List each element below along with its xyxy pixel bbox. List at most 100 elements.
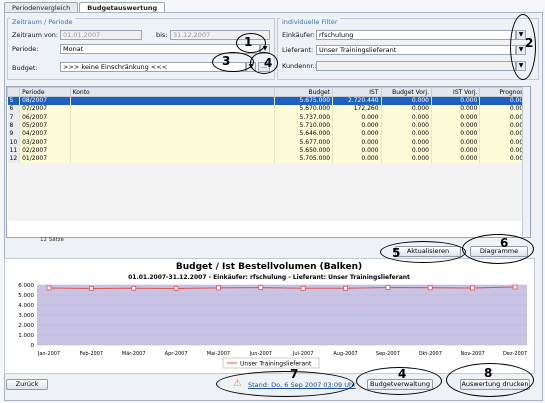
col-periode[interactable]: Periode (19, 87, 71, 97)
table-cell: 07/2007 (19, 104, 71, 114)
empty-cell (332, 187, 382, 197)
data-point (427, 285, 433, 291)
table-row[interactable]: 10 03/2007 5.677.000 0.000 0.000 0.000 0.000 (7, 137, 530, 147)
data-point (46, 285, 52, 291)
empty-cell (381, 187, 432, 197)
empty-cell (7, 204, 20, 213)
col-budget[interactable]: Budget (273, 87, 334, 97)
table-cell: 0.000 (431, 129, 481, 138)
tab-periodenvergleich[interactable]: Periodenvergleich (4, 2, 79, 12)
empty-cell (381, 212, 432, 221)
col-ist-vorj[interactable]: IST Vorj. (430, 87, 481, 97)
chart-title: Budget / Ist Bestellvolumen (Balken) (176, 262, 362, 272)
period-group-title: Zeitraum / Periode (10, 18, 75, 26)
table-row[interactable]: 9 04/2007 5.646.000 0.000 0.000 0.000 0.000 (7, 129, 530, 138)
empty-cell (70, 179, 275, 188)
data-point (88, 286, 94, 291)
table-cell: 172.260 (332, 104, 382, 114)
table-cell: 04/2007 (19, 129, 71, 138)
callout-number: 1 (244, 35, 253, 49)
table-cell: 0.000 (431, 96, 481, 105)
table-row[interactable]: 6 07/2007 5.670.000 172.260 0.000 0.000 0.000 (7, 104, 530, 114)
table-cell: 01/2007 (19, 154, 71, 163)
x-tick-label: Apr-2007 (165, 351, 188, 357)
budget-chart: Budget / Ist Bestellvolumen (Balken)01.0… (18, 262, 527, 369)
kundennr-label: Kundennr.: (282, 62, 317, 70)
data-point (300, 285, 306, 291)
col-ist[interactable]: IST (332, 87, 382, 97)
callout-number: 7 (290, 367, 299, 381)
empty-row (7, 162, 530, 172)
empty-cell (381, 171, 432, 180)
kundennr-select[interactable] (316, 61, 516, 71)
table-cell: 0.000 (381, 96, 433, 105)
table-cell: 0.000 (332, 154, 382, 163)
callout-7 (216, 371, 354, 397)
col-index[interactable] (7, 87, 21, 97)
table-cell (70, 129, 275, 138)
col-konto[interactable]: Konto (69, 87, 275, 97)
empty-row (7, 187, 530, 197)
empty-cell (274, 171, 333, 180)
table-row[interactable]: 11 02/2007 5.650.000 0.000 0.000 0.000 0.000 (7, 146, 530, 155)
empty-cell (274, 179, 333, 188)
table-cell: 10 (7, 137, 21, 147)
x-tick-label: Aug-2007 (333, 351, 357, 357)
table-row[interactable]: 5 08/2007 5.675.000 2.720.440 0.000 0.000 0.00… (7, 96, 530, 105)
einkaeufer-select[interactable]: rfschulung (316, 30, 516, 40)
empty-cell (19, 171, 71, 180)
zurueck-button[interactable]: Zurück (6, 379, 48, 390)
callout-3 (212, 52, 254, 72)
zeitraum-from-field[interactable]: 01.01.2007 (60, 30, 142, 40)
table-cell: 11 (7, 146, 21, 155)
data-point (343, 285, 348, 291)
tab-bar: Periodenvergleich Budgetauswertung (4, 2, 166, 12)
empty-cell (332, 162, 382, 172)
table-cell: 0.000 (381, 113, 433, 122)
table-cell (70, 113, 275, 122)
table-cell (70, 154, 275, 163)
tab-budgetauswertung[interactable]: Budgetauswertung (79, 2, 166, 12)
filter-group: individuelle Filter Einkäufer: rfschulun… (277, 18, 539, 80)
table-cell: 0.000 (332, 113, 382, 122)
empty-cell (381, 179, 432, 188)
empty-cell (431, 204, 480, 213)
empty-cell (431, 212, 480, 221)
data-point (470, 285, 476, 291)
table-cell: 9 (7, 129, 21, 138)
budget-label: Budget: (12, 64, 38, 72)
empty-cell (431, 196, 480, 205)
y-tick-label: 0 (31, 343, 35, 349)
callout-number: 6 (500, 236, 509, 250)
empty-cell (332, 204, 382, 213)
lieferant-label: Lieferant: (282, 46, 314, 54)
table-header-row: Periode Konto Budget IST Budget Vorj. IS… (7, 87, 530, 97)
table-cell: 2.720.440 (332, 96, 382, 105)
lieferant-select[interactable]: Unser Trainingslieferant (316, 45, 516, 55)
table-cell: 0.000 (332, 121, 382, 130)
empty-cell (70, 212, 275, 221)
empty-cell (7, 171, 20, 180)
table-row[interactable]: 8 05/2007 5.710.000 0.000 0.000 0.000 0.000 (7, 121, 530, 130)
callout-number: 4 (398, 367, 407, 381)
table-cell: 02/2007 (19, 146, 71, 155)
zeitraum-label: Zeitraum von: (12, 31, 59, 39)
x-tick-label: Dez-2007 (503, 351, 527, 357)
app-window: Periodenvergleich Budgetauswertung Zeitr… (0, 0, 545, 403)
callout-number: 8 (484, 366, 493, 380)
empty-cell (381, 162, 432, 172)
table-cell: 0.000 (381, 121, 433, 130)
empty-cell (332, 212, 382, 221)
table-cell: 0.000 (431, 113, 481, 122)
table-row[interactable]: 7 06/2007 5.737.000 0.000 0.000 0.000 0.000 (7, 113, 530, 122)
empty-cell (7, 196, 20, 205)
table-cell: 0.000 (431, 146, 481, 155)
table-cell: 0.000 (332, 129, 382, 138)
bis-label: bis: (156, 31, 168, 39)
table-cell: 8 (7, 121, 21, 130)
vertical-scrollbar[interactable] (522, 87, 530, 237)
col-budget-vorj[interactable]: Budget Vorj. (380, 87, 433, 97)
table-row[interactable]: 12 01/2007 5.705.000 0.000 0.000 0.000 0.000 (7, 154, 530, 163)
legend-label: Unser Trainingslieferant (240, 361, 312, 368)
data-point (216, 285, 221, 291)
